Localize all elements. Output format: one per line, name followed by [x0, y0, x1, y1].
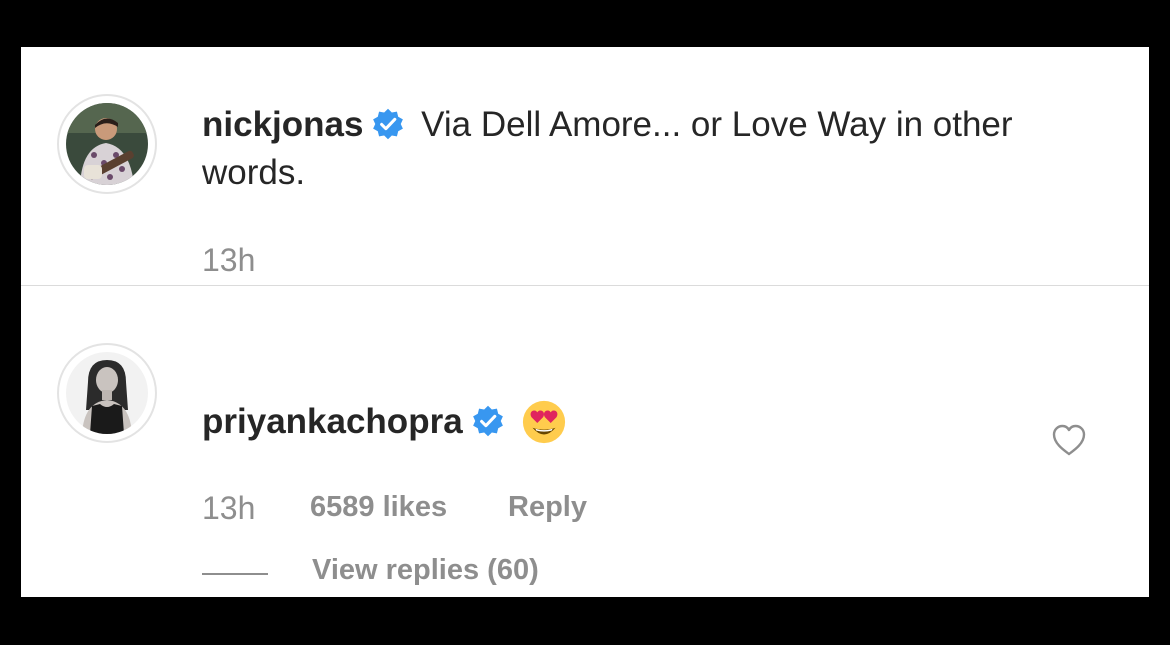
heart-outline-icon[interactable] [1051, 423, 1087, 457]
username[interactable]: nickjonas [202, 105, 363, 144]
comment-text-block: priyankachopra [202, 398, 1082, 446]
view-replies-label[interactable]: View replies (60) [312, 554, 539, 587]
avatar[interactable] [66, 352, 148, 434]
avatar-ring[interactable] [57, 343, 157, 443]
comment-priyankachopra: priyankachopra 13h 6589 likes Reply View… [21, 286, 1149, 597]
avatar-ring[interactable] [57, 94, 157, 194]
timestamp[interactable]: 13h [202, 490, 255, 526]
verified-badge-icon [472, 405, 503, 437]
comment-meta: 13h [202, 242, 255, 279]
guitarist-avatar-image [66, 103, 148, 185]
comment-nickjonas: nickjonas Via Dell Amore... or Love Way … [21, 47, 1149, 285]
portrait-avatar-image [66, 352, 148, 434]
comment-text-block: nickjonas Via Dell Amore... or Love Way … [202, 101, 1082, 197]
verified-badge-icon [373, 108, 404, 140]
replies-divider-line [202, 573, 268, 575]
comments-card: nickjonas Via Dell Amore... or Love Way … [21, 47, 1149, 597]
reply-button[interactable]: Reply [508, 491, 587, 524]
timestamp[interactable]: 13h [202, 242, 255, 278]
likes-count[interactable]: 6589 likes [310, 491, 447, 524]
username[interactable]: priyankachopra [202, 402, 463, 441]
heart-eyes-emoji [522, 400, 565, 444]
comment-meta: 13h 6589 likes Reply [202, 490, 587, 527]
avatar[interactable] [66, 103, 148, 185]
